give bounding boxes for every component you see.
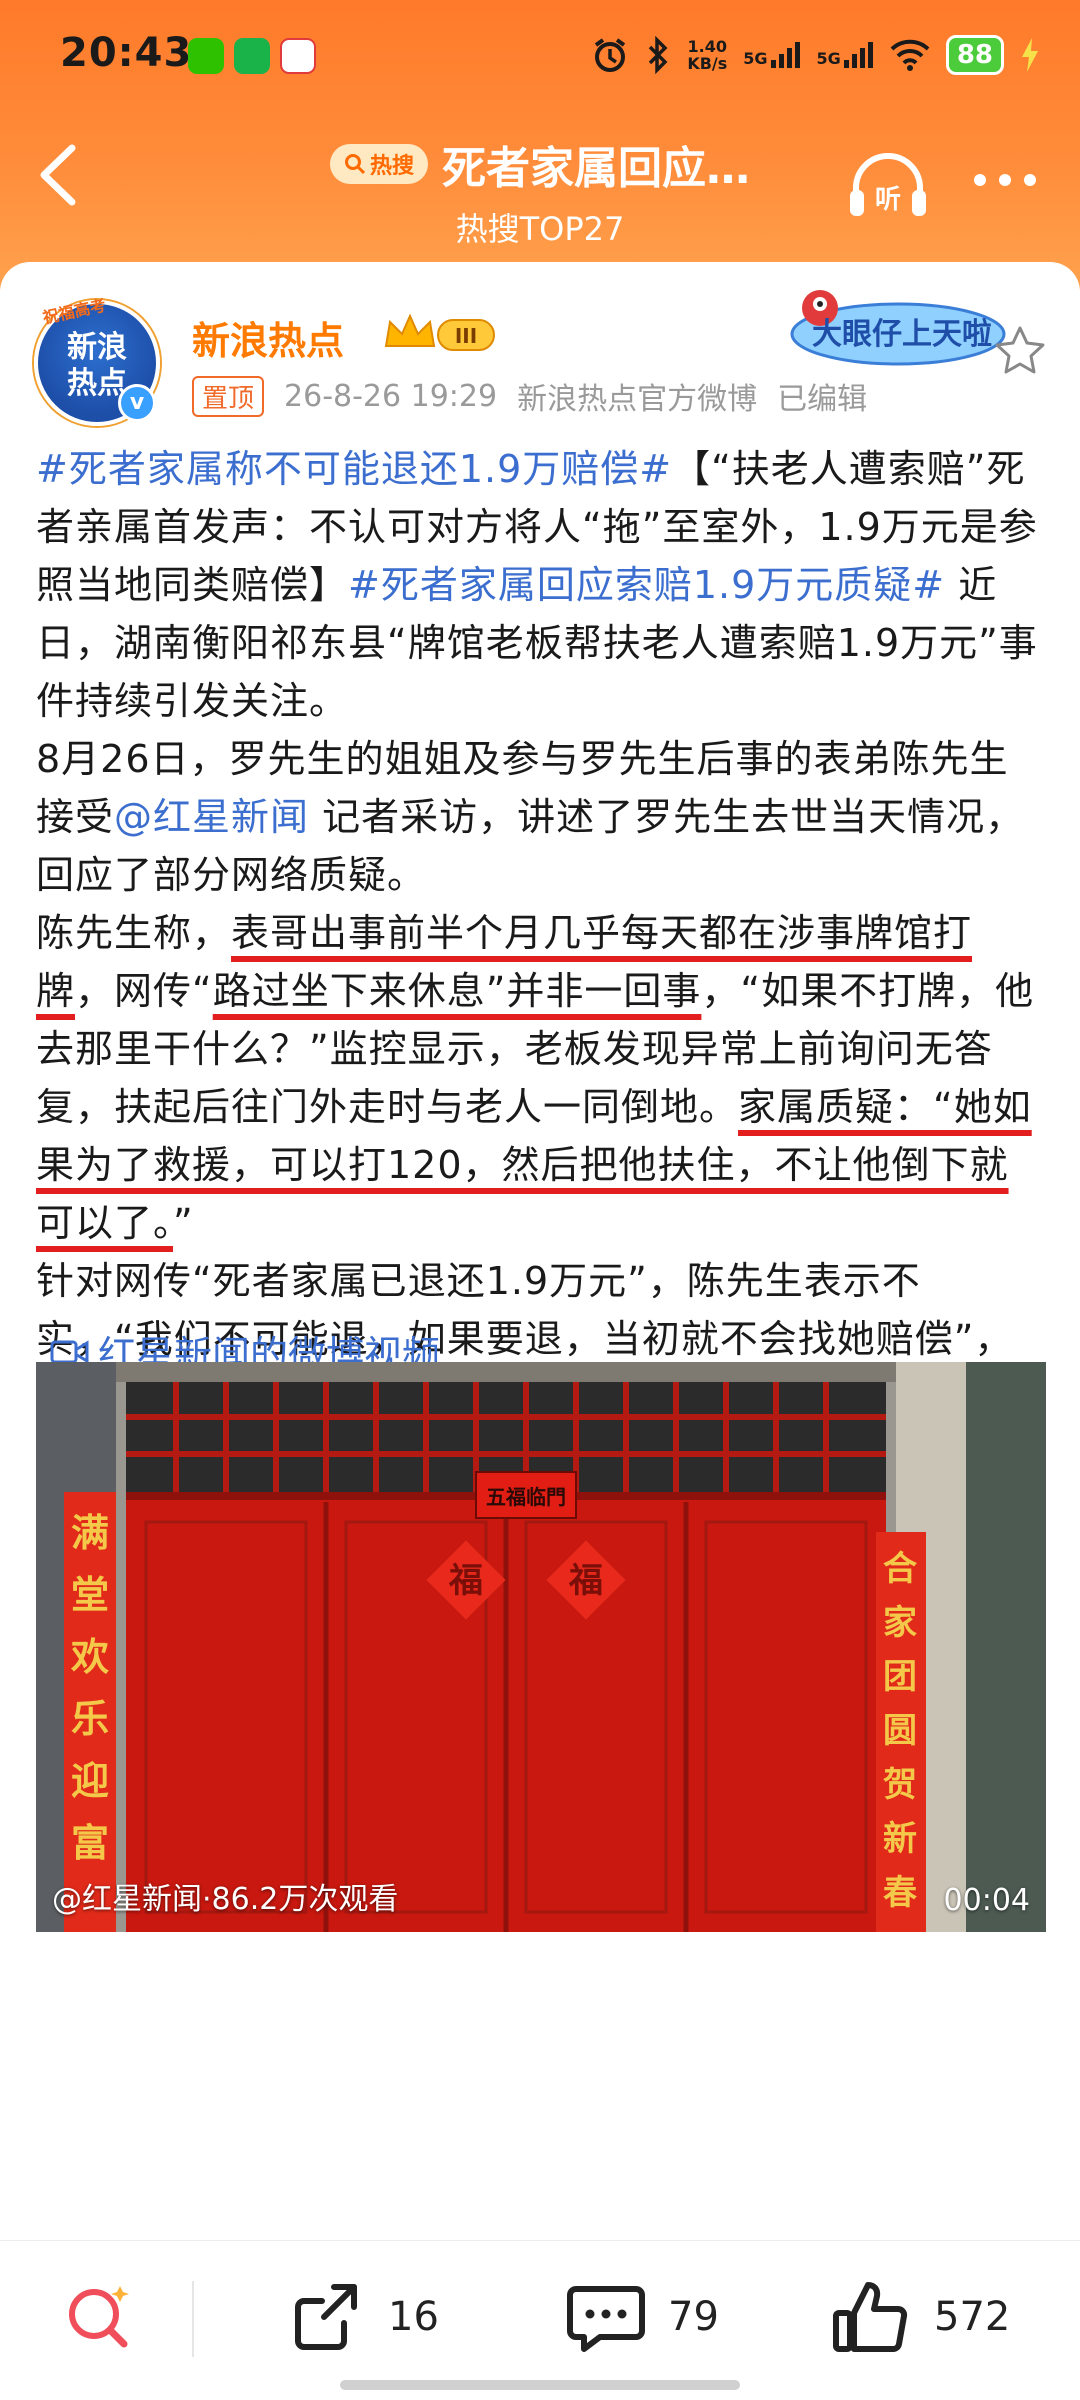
fu-character-left: 福: [448, 1561, 483, 1601]
nav-bar: 热搜 死者家属回应… 热搜TOP27 听: [0, 110, 1080, 260]
bottom-action-bar: 16 79 572: [0, 2240, 1080, 2400]
underlined-quote-2: 路过坐下来休息”并非一回事: [212, 969, 702, 1013]
couplet-right: 合家团圆贺新春: [883, 1549, 917, 1913]
share-button[interactable]: 16: [290, 2277, 439, 2357]
video-duration: 00:04: [943, 1883, 1030, 1918]
wechat-icon: [188, 38, 224, 74]
paragraph-3: 陈先生称，表哥出事前半个月几乎每天都在涉事牌馆打牌，网传“路过坐下来休息”并非一…: [36, 911, 1035, 1245]
net-speed: 1.40 KB/s: [687, 37, 728, 73]
status-icons: 1.40 KB/s 5G 5G 88: [591, 32, 1040, 78]
sticker-text: 大眼仔上天啦: [812, 317, 992, 352]
share-count: 16: [388, 2294, 439, 2340]
avatar-ribbon: 祝福高考: [41, 295, 108, 328]
battery-indicator: 88: [945, 35, 1004, 75]
app-notification-icon-2: [280, 38, 316, 74]
headphones-icon[interactable]: 听: [846, 150, 930, 220]
couplet-left: 满堂欢乐迎富: [70, 1511, 109, 1865]
door-plaque-text: 五福临門: [486, 1485, 566, 1509]
share-icon: [295, 2284, 357, 2350]
page-title: 死者家属回应…: [442, 143, 750, 194]
post-card: 祝福高考 新浪 热点 v 新浪热点 III 置顶 26-8-26 19:29 新浪…: [0, 262, 1080, 2222]
search-icon[interactable]: [60, 2276, 140, 2356]
comment-count: 79: [668, 2294, 719, 2340]
mention-link[interactable]: @红星新闻: [114, 795, 309, 839]
post-meta: 置顶 26-8-26 19:29 新浪热点官方微博 已编辑: [192, 374, 867, 418]
app-notification-icon: [234, 38, 270, 74]
user-level: III: [455, 324, 477, 348]
sticker-badge: 大眼仔上天啦: [790, 290, 1006, 366]
hashtag-link-2[interactable]: #死者家属回应索赔1.9万元质疑#: [348, 563, 945, 607]
video-caption: @红星新闻·86.2万次观看: [52, 1882, 399, 1917]
paragraph-1: #死者家属称不可能退还1.9万赔偿#【“扶老人遭索赔”死者亲属首发声：不认可对方…: [36, 447, 1038, 723]
verified-icon: v: [118, 384, 156, 422]
fu-character-right: 福: [568, 1561, 603, 1601]
home-indicator[interactable]: [340, 2380, 740, 2390]
pinned-badge: 置顶: [192, 375, 265, 417]
post-date: 26-8-26 19:29: [284, 378, 498, 414]
status-bar: 20:43 1.40 KB/s 5G 5G 88: [0, 0, 1080, 110]
post-source: 新浪热点官方微博: [517, 382, 758, 417]
comment-icon: [567, 2286, 645, 2352]
charging-icon: [1022, 38, 1038, 72]
crown-icon: III: [384, 313, 495, 351]
listen-label: 听: [875, 185, 901, 215]
cell-signal-icon: 5G: [743, 42, 800, 68]
comment-button[interactable]: 79: [566, 2277, 719, 2357]
like-button[interactable]: 572: [832, 2277, 1010, 2357]
hot-search-tag[interactable]: 热搜: [329, 144, 428, 184]
thumbs-up-icon: [833, 2282, 908, 2352]
paragraph-2: 8月26日，罗先生的姐姐及参与罗先生后事的表弟陈先生接受@红星新闻 记者采访，讲…: [36, 737, 1025, 897]
video-thumbnail[interactable]: 五福临門 福 福 满堂欢乐迎富 合家团圆贺新春 @红星新闻·86.2万次观看 0…: [36, 1362, 1046, 1932]
cell-signal-icon-2: 5G: [817, 42, 874, 68]
divider: [192, 2281, 194, 2357]
bluetooth-icon: [649, 36, 668, 74]
header: 20:43 1.40 KB/s 5G 5G 88 热搜 死者家属回应… 热搜TO…: [0, 0, 1080, 290]
status-time: 20:43: [60, 30, 193, 76]
favorite-star-icon[interactable]: [990, 322, 1050, 382]
wifi-icon: [890, 39, 930, 71]
edited-label: 已编辑: [777, 382, 868, 417]
alarm-icon: [595, 38, 626, 72]
like-count: 572: [934, 2294, 1011, 2340]
more-icon[interactable]: [970, 170, 1040, 190]
user-name[interactable]: 新浪热点: [192, 310, 344, 365]
search-icon: [344, 154, 366, 175]
hashtag-link[interactable]: #死者家属称不可能退还1.9万赔偿#: [36, 447, 672, 491]
